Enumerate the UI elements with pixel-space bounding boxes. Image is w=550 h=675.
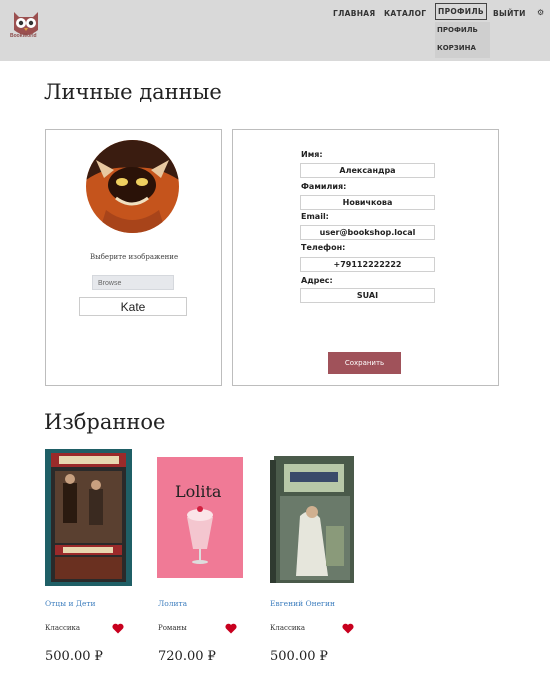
dropdown-item-cart[interactable]: КОРЗИНА — [437, 44, 476, 52]
save-button[interactable]: Сохранить — [328, 352, 401, 374]
svg-text:Lolita: Lolita — [175, 482, 222, 501]
email-label: Email: — [301, 212, 329, 221]
book-price-2: 720.00 ₽ — [158, 649, 216, 664]
book-genre-2: Романы — [158, 624, 187, 632]
logo-text: BookWorld — [10, 33, 37, 39]
address-label: Адрес: — [301, 276, 333, 285]
book-genre-1: Классика — [45, 624, 81, 632]
phone-label: Телефон: — [301, 243, 346, 252]
address-field[interactable]: SUAI — [300, 288, 435, 303]
book-price-3: 500.00 ₽ — [270, 649, 328, 664]
choose-image-label: Выберите изображение — [90, 253, 179, 261]
heart-icon[interactable] — [342, 623, 354, 634]
book-cover-eugene-onegin[interactable] — [270, 456, 354, 583]
profile-dropdown: ПРОФИЛЬ КОРЗИНА — [435, 22, 490, 58]
phone-field[interactable]: +79112222222 — [300, 257, 435, 272]
nav-profile[interactable]: ПРОФИЛЬ — [435, 3, 487, 20]
first-name-label: Имя: — [301, 150, 323, 159]
book-title-1[interactable]: Отцы и Дети — [45, 599, 96, 608]
book-title-2[interactable]: Лолита — [158, 599, 187, 608]
personal-data-title: Личные данные — [44, 80, 222, 104]
book-price-1: 500.00 ₽ — [45, 649, 103, 664]
nav-catalog[interactable]: КАТАЛОГ — [384, 9, 426, 18]
favorites-title: Избранное — [44, 410, 166, 434]
first-name-field[interactable]: Александра — [300, 163, 435, 178]
email-field[interactable]: user@bookshop.local — [300, 225, 435, 240]
username-field[interactable]: Kate — [79, 297, 187, 316]
nav-home[interactable]: ГЛАВНАЯ — [333, 9, 376, 18]
gear-icon[interactable]: ⚙ — [537, 8, 544, 17]
heart-icon[interactable] — [112, 623, 124, 634]
browse-button[interactable]: Browse — [92, 275, 174, 290]
last-name-field[interactable]: Новичкова — [300, 195, 435, 210]
book-genre-3: Классика — [270, 624, 306, 632]
book-cover-fathers-and-sons[interactable] — [45, 449, 132, 586]
dropdown-item-profile[interactable]: ПРОФИЛЬ — [437, 26, 478, 34]
heart-icon[interactable] — [225, 623, 237, 634]
book-title-3[interactable]: Евгений Онегин — [270, 599, 335, 608]
book-cover-lolita[interactable]: Lolita — [157, 457, 243, 578]
nav-logout[interactable]: ВЫЙТИ — [493, 9, 526, 18]
last-name-label: Фамилия: — [301, 182, 347, 191]
avatar — [86, 140, 179, 233]
